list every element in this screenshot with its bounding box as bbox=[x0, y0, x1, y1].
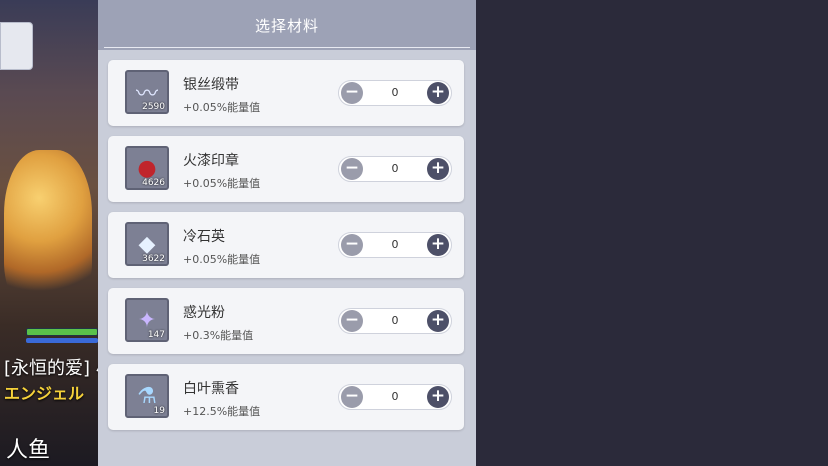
material-item-glitter-dust[interactable]: ✦ 147 惑光粉 +0.3%能量值 − 0 + bbox=[108, 288, 464, 354]
quantity-stepper: − 0 + bbox=[338, 80, 452, 106]
decrease-button[interactable]: − bbox=[341, 158, 363, 180]
material-count: 19 bbox=[153, 406, 165, 416]
player-character bbox=[4, 150, 92, 310]
material-effect: +12.5%能量值 bbox=[183, 405, 261, 418]
material-count: 3622 bbox=[142, 254, 165, 264]
quantity-stepper: − 0 + bbox=[338, 156, 452, 182]
game-scene-background: [永恒的爱] 小丸风 エンジェル 人鱼 bbox=[0, 0, 98, 466]
material-effect: +0.05%能量值 bbox=[183, 177, 261, 190]
ribbon-icon: 〰 2590 bbox=[125, 70, 169, 114]
material-select-panel: 选择材料 〰 2590 银丝缎带 +0.05%能量值 − 0 + ● 4626 … bbox=[98, 0, 476, 466]
increase-button[interactable]: + bbox=[427, 386, 449, 408]
quantity-value: 0 bbox=[391, 238, 399, 251]
mana-bar bbox=[26, 338, 98, 343]
increase-button[interactable]: + bbox=[427, 234, 449, 256]
increase-button[interactable]: + bbox=[427, 158, 449, 180]
decrease-button[interactable]: − bbox=[341, 234, 363, 256]
scene-panel-tab[interactable] bbox=[0, 22, 33, 70]
material-name: 冷石英 bbox=[183, 229, 225, 245]
material-count: 2590 bbox=[142, 102, 165, 112]
quantity-stepper: − 0 + bbox=[338, 308, 452, 334]
character-title: [永恒的爱] 小丸风 bbox=[4, 358, 98, 379]
quantity-value: 0 bbox=[391, 390, 399, 403]
decrease-button[interactable]: − bbox=[341, 386, 363, 408]
health-bar bbox=[26, 328, 98, 336]
character-class: 人鱼 bbox=[6, 438, 51, 463]
decrease-button[interactable]: − bbox=[341, 310, 363, 332]
material-name: 白叶熏香 bbox=[183, 381, 239, 397]
character-guild: エンジェル bbox=[4, 384, 85, 403]
material-name: 银丝缎带 bbox=[183, 77, 239, 93]
material-count: 4626 bbox=[142, 178, 165, 188]
quantity-value: 0 bbox=[391, 162, 399, 175]
material-item-wax-seal[interactable]: ● 4626 火漆印章 +0.05%能量值 − 0 + bbox=[108, 136, 464, 202]
increase-button[interactable]: + bbox=[427, 82, 449, 104]
glitter-dust-icon: ✦ 147 bbox=[125, 298, 169, 342]
quartz-icon: ◆ 3622 bbox=[125, 222, 169, 266]
quantity-stepper: − 0 + bbox=[338, 232, 452, 258]
material-effect: +0.3%能量值 bbox=[183, 329, 254, 342]
material-item-cold-quartz[interactable]: ◆ 3622 冷石英 +0.05%能量值 − 0 + bbox=[108, 212, 464, 278]
material-name: 惑光粉 bbox=[183, 305, 225, 321]
material-panel-header: 选择材料 bbox=[98, 0, 476, 50]
decrease-button[interactable]: − bbox=[341, 82, 363, 104]
material-count: 147 bbox=[147, 330, 165, 340]
quantity-stepper: − 0 + bbox=[338, 384, 452, 410]
material-effect: +0.05%能量值 bbox=[183, 253, 261, 266]
material-item-white-leaf-incense[interactable]: ⚗ 19 白叶熏香 +12.5%能量值 − 0 + bbox=[108, 364, 464, 430]
material-name: 火漆印章 bbox=[183, 153, 239, 169]
wax-seal-icon: ● 4626 bbox=[125, 146, 169, 190]
material-list: 〰 2590 银丝缎带 +0.05%能量值 − 0 + ● 4626 火漆印章 … bbox=[108, 60, 464, 440]
increase-button[interactable]: + bbox=[427, 310, 449, 332]
material-effect: +0.05%能量值 bbox=[183, 101, 261, 114]
quantity-value: 0 bbox=[391, 314, 399, 327]
incense-vial-icon: ⚗ 19 bbox=[125, 374, 169, 418]
quantity-value: 0 bbox=[391, 86, 399, 99]
material-panel-title: 选择材料 bbox=[254, 16, 319, 35]
material-item-silver-ribbon[interactable]: 〰 2590 银丝缎带 +0.05%能量值 − 0 + bbox=[108, 60, 464, 126]
